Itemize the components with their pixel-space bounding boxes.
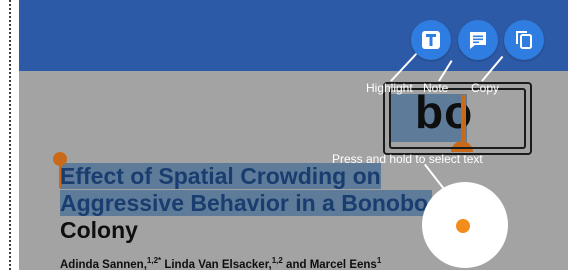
dotted-border — [9, 0, 11, 270]
author-name: Adinda Sannen, — [60, 258, 147, 270]
selected-text[interactable]: Aggressive Behavior in a Bonobo — [60, 190, 433, 216]
highlight-label: Highlight — [366, 81, 413, 95]
selected-text[interactable]: Effect of Spatial Crowding on — [60, 163, 381, 189]
author-affiliation: 1,2* — [146, 256, 162, 265]
note-label: Note — [423, 81, 449, 95]
author-affiliation: 1 — [376, 256, 382, 265]
note-icon — [470, 32, 486, 49]
copy-button[interactable] — [504, 20, 544, 60]
author-name: Linda Van Elsacker, — [161, 258, 272, 270]
highlight-button[interactable] — [411, 20, 451, 60]
touch-point — [456, 219, 470, 233]
copy-icon — [516, 31, 532, 49]
copy-label: Copy — [471, 81, 500, 95]
authors-line: Adinda Sannen,1,2* Linda Van Elsacker,1,… — [60, 256, 381, 270]
author-affiliation: 1,2 — [271, 256, 283, 265]
author-name: and Marcel Eens — [282, 258, 377, 270]
magnifier-inner-frame — [389, 88, 526, 149]
left-margin — [0, 0, 19, 270]
press-hold-hint: Press and hold to select text — [332, 152, 483, 166]
note-button[interactable] — [458, 20, 498, 60]
text-highlight-icon — [422, 31, 440, 49]
reader-screen: Effect of Spatial Crowding on Aggressive… — [19, 0, 568, 270]
handle-stem — [59, 164, 61, 188]
